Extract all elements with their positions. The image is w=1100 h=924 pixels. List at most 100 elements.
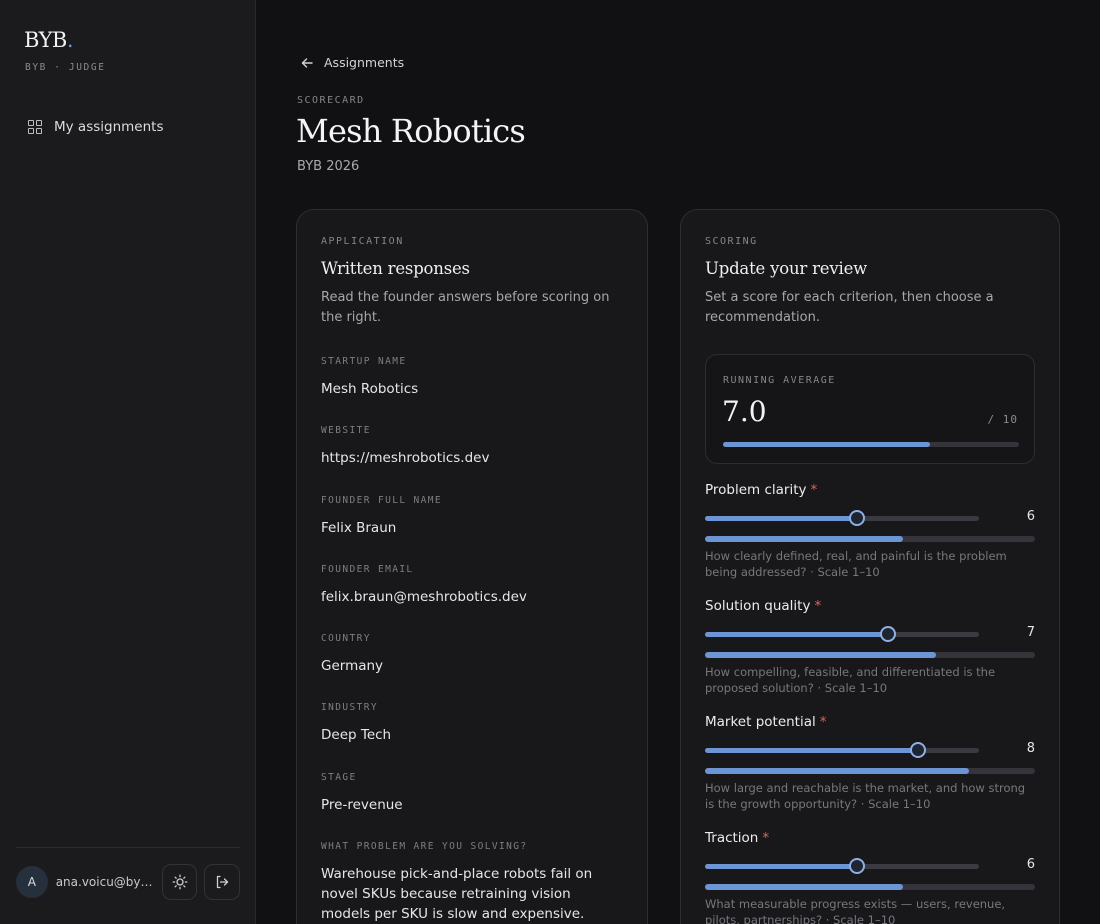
- criterion-value: 8: [1026, 741, 1035, 756]
- criterion-solution-quality: Solution quality * 7 How compelling, feas…: [705, 598, 1035, 714]
- sidebar: BYB. BYB · JUDGE My assignments A ana.vo…: [0, 0, 256, 924]
- criterion-score-bar: [705, 884, 1035, 890]
- required-marker: *: [810, 482, 818, 498]
- field-founder-email: FOUNDER EMAIL felix.braun@meshrobotics.d…: [321, 564, 623, 633]
- criterion-label: Problem clarity: [705, 482, 807, 498]
- criterion-score-bar: [705, 768, 1035, 774]
- field-industry: INDUSTRY Deep Tech: [321, 702, 623, 771]
- required-marker: *: [814, 598, 822, 614]
- field-value: https://meshrobotics.dev: [321, 450, 490, 467]
- grid-icon: [28, 120, 42, 134]
- field-label: STARTUP NAME: [321, 356, 407, 367]
- application-eyebrow: APPLICATION: [321, 236, 404, 247]
- slider-thumb[interactable]: [910, 742, 926, 758]
- field-label: FOUNDER EMAIL: [321, 563, 414, 575]
- field-label: WEBSITE: [321, 425, 371, 437]
- criterion-score-fill: [705, 768, 969, 774]
- criterion-help: What measurable progress exists — users,…: [705, 897, 1006, 924]
- logout-button[interactable]: [204, 864, 240, 900]
- criteria-list: Problem clarity * 6 How clearly defined, …: [705, 482, 1035, 924]
- field-country: COUNTRY Germany: [321, 633, 623, 702]
- application-title: Written responses: [321, 259, 470, 278]
- field-label: STAGE: [321, 771, 357, 783]
- running-average-max: / 10: [987, 413, 1018, 426]
- criterion-name: Traction *: [705, 830, 1035, 846]
- slider-thumb[interactable]: [849, 858, 865, 874]
- criterion-value: 6: [1026, 857, 1035, 872]
- criterion-problem-clarity: Problem clarity * 6 How clearly defined, …: [705, 482, 1035, 598]
- application-card: APPLICATION Written responses Read the f…: [296, 209, 648, 924]
- running-average-label: RUNNING AVERAGE: [723, 375, 836, 386]
- slider-thumb[interactable]: [849, 510, 865, 526]
- scoring-card: SCORING Update your review Set a score f…: [680, 209, 1060, 924]
- brand-logo[interactable]: BYB.: [24, 28, 74, 52]
- slider-thumb[interactable]: [880, 626, 896, 642]
- brand-subtitle: BYB · JUDGE: [25, 62, 106, 73]
- back-to-assignments-link[interactable]: Assignments: [300, 55, 404, 70]
- field-value: Felix Braun: [321, 519, 397, 536]
- field-value: Deep Tech: [321, 727, 392, 744]
- criterion-value: 7: [1026, 625, 1035, 640]
- field-label: COUNTRY: [321, 633, 371, 645]
- slider-fill: [705, 632, 888, 637]
- scoring-eyebrow: SCORING: [705, 236, 758, 247]
- field-value: Germany: [321, 658, 384, 675]
- sidebar-item-my-assignments[interactable]: My assignments: [20, 112, 236, 142]
- market-potential-slider[interactable]: [705, 742, 979, 758]
- back-link-label: Assignments: [324, 55, 405, 70]
- criterion-name: Market potential *: [705, 714, 1035, 730]
- avatar[interactable]: A: [16, 866, 48, 898]
- scoring-title: Update your review: [705, 259, 868, 278]
- traction-slider[interactable]: [705, 858, 979, 874]
- field-value: Mesh Robotics: [321, 381, 419, 397]
- user-email: ana.voicu@byb.com: [55, 875, 155, 889]
- criterion-value: 6: [1026, 509, 1035, 524]
- slider-fill: [705, 864, 857, 869]
- criterion-score-fill: [705, 536, 903, 542]
- solution-quality-slider[interactable]: [705, 626, 979, 642]
- required-marker: *: [819, 714, 827, 730]
- running-average-box: RUNNING AVERAGE 7.0 / 10: [705, 354, 1035, 464]
- slider-fill: [705, 516, 857, 521]
- theme-toggle-button[interactable]: [161, 864, 198, 900]
- criterion-label: Market potential: [705, 714, 816, 730]
- field-value: Warehouse pick-and-place robots fail on …: [321, 866, 593, 923]
- criterion-label: Solution quality: [705, 598, 811, 614]
- field-label: FOUNDER FULL NAME: [321, 494, 443, 506]
- field-label: WHAT PROBLEM ARE YOU SOLVING?: [321, 841, 528, 853]
- field-problem: WHAT PROBLEM ARE YOU SOLVING? Warehouse …: [321, 841, 623, 922]
- sun-icon: [172, 874, 187, 890]
- criterion-score-bar: [705, 536, 1035, 542]
- user-row: A ana.voicu@byb.com: [16, 864, 240, 900]
- running-average-track: [723, 442, 1019, 447]
- criterion-score-bar: [705, 652, 1035, 658]
- slider-fill: [705, 748, 918, 753]
- criterion-score-fill: [705, 884, 903, 890]
- criterion-help: How large and reachable is the market, a…: [705, 781, 1026, 811]
- field-stage: STAGE Pre-revenue: [321, 772, 623, 841]
- scoring-description: Set a score for each criterion, then cho…: [705, 290, 994, 325]
- page-subtitle: BYB 2026: [297, 159, 360, 174]
- page-title: Mesh Robotics: [296, 112, 526, 150]
- arrow-left-icon: [301, 57, 313, 68]
- criterion-help: How compelling, feasible, and differenti…: [705, 665, 996, 695]
- sidebar-item-label: My assignments: [54, 119, 164, 135]
- field-founder-full-name: FOUNDER FULL NAME Felix Braun: [321, 495, 623, 564]
- field-website: WEBSITE https://meshrobotics.dev: [321, 425, 623, 494]
- field-startup-name: STARTUP NAME Mesh Robotics: [321, 356, 623, 425]
- brand-name: BYB: [24, 28, 67, 52]
- running-average-fill: [723, 442, 931, 447]
- page-eyebrow: SCORECARD: [297, 95, 365, 106]
- problem-clarity-slider[interactable]: [705, 510, 979, 526]
- criterion-traction: Traction * 6 What measurable progress exi…: [705, 830, 1035, 924]
- brand-dot: .: [66, 28, 74, 52]
- application-description: Read the founder answers before scoring …: [321, 290, 610, 325]
- sidebar-divider: [16, 847, 240, 848]
- running-average-value: 7.0: [722, 395, 767, 428]
- field-value: felix.braun@meshrobotics.dev: [321, 588, 527, 605]
- criterion-score-fill: [705, 652, 936, 658]
- required-marker: *: [762, 830, 770, 846]
- application-fields: STARTUP NAME Mesh Robotics WEBSITE https…: [321, 356, 623, 922]
- field-label: INDUSTRY: [321, 702, 378, 714]
- criterion-help: How clearly defined, real, and painful i…: [705, 549, 1007, 579]
